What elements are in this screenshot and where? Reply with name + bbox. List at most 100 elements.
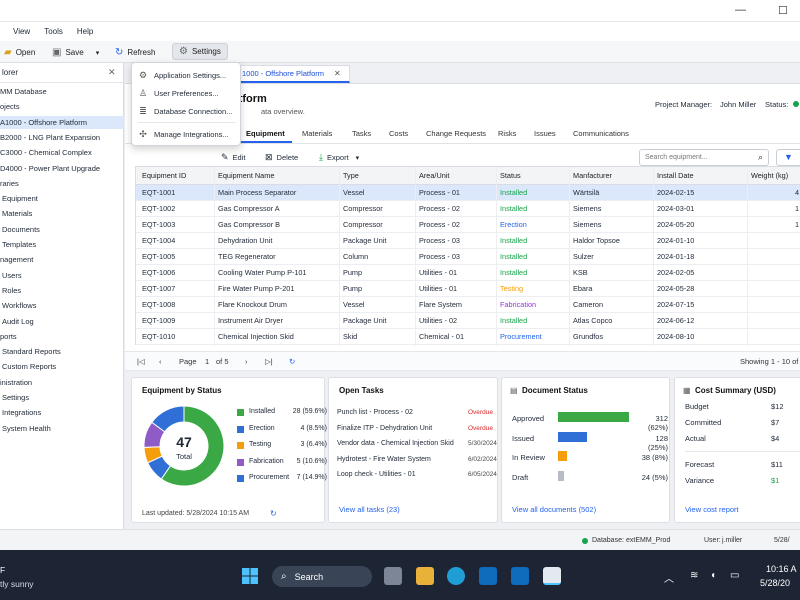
- table-row[interactable]: EQT-1004 Dehydration Unit Package Unit Proc…: [136, 233, 800, 249]
- sidebar-item[interactable]: D4000 - Power Plant Upgrade: [0, 162, 124, 175]
- save-button[interactable]: ▣ Save ▾: [52, 44, 99, 61]
- chevron-up-icon[interactable]: ︿: [664, 570, 674, 585]
- sidebar-item[interactable]: B2000 - LNG Plant Expansion: [0, 131, 124, 144]
- table-row[interactable]: EQT-1007 Fire Water Pump P-201 Pump Utiliti…: [136, 281, 800, 297]
- outlook-new-icon[interactable]: [511, 567, 529, 585]
- sidebar-item[interactable]: MM Database: [0, 85, 124, 98]
- column-header[interactable]: Type: [343, 167, 417, 184]
- outlook-icon[interactable]: [479, 567, 497, 585]
- column-header[interactable]: Install Date: [657, 167, 749, 184]
- refresh-grid-icon[interactable]: ↻: [289, 357, 295, 366]
- battery-icon[interactable]: ▭: [730, 570, 739, 581]
- column-header[interactable]: Equipment ID: [142, 167, 216, 184]
- start-button[interactable]: [241, 567, 259, 585]
- weather-temp[interactable]: F: [0, 565, 5, 575]
- task-item[interactable]: Punch list - Process - 02 Overdue: [337, 409, 493, 416]
- refresh-button[interactable]: ↻ Refresh: [115, 44, 155, 61]
- tab-issues[interactable]: Issues: [534, 129, 556, 138]
- delete-button[interactable]: ⊠ Delete: [265, 152, 298, 163]
- tab-risks[interactable]: Risks: [498, 129, 516, 138]
- sidebar-item[interactable]: A1000 - Offshore Platform: [0, 115, 124, 129]
- table-row[interactable]: EQT-1002 Gas Compressor A Compressor Proces…: [136, 201, 800, 217]
- sidebar-item[interactable]: inistration: [0, 376, 124, 389]
- clock-time[interactable]: 10:16 A: [766, 564, 797, 574]
- weather-condition[interactable]: tly sunny: [0, 579, 34, 589]
- search-input[interactable]: Search equipment... ⌕: [639, 149, 769, 166]
- open-button[interactable]: ▰ Open: [4, 44, 35, 61]
- tab-equipment[interactable]: Equipment: [246, 129, 285, 138]
- search-icon[interactable]: ⌕: [758, 150, 763, 165]
- tab-costs[interactable]: Costs: [389, 129, 408, 138]
- sidebar-item[interactable]: ports: [0, 330, 124, 343]
- sidebar-item[interactable]: Standard Reports: [0, 345, 124, 358]
- maximize-button[interactable]: ☐: [778, 4, 788, 17]
- table-row[interactable]: EQT-1008 Flare Knockout Drum Vessel Flare S…: [136, 297, 800, 313]
- edge-icon[interactable]: [447, 567, 465, 585]
- menu-manage-integrations[interactable]: ✣ Manage Integrations...: [132, 125, 242, 143]
- tab-communications[interactable]: Communications: [573, 129, 629, 138]
- sidebar-item[interactable]: Audit Log: [0, 315, 124, 328]
- chevron-down-icon[interactable]: ▾: [96, 49, 100, 57]
- sidebar-item[interactable]: Equipment: [0, 192, 124, 205]
- column-header[interactable]: Manfacturer: [573, 167, 655, 184]
- filter-button[interactable]: ▼: [776, 149, 800, 166]
- view-all-tasks-link[interactable]: View all tasks (23): [339, 505, 400, 514]
- task-item[interactable]: Finalize ITP - Dehydration Unit Overdue: [337, 425, 493, 432]
- sidebar-item[interactable]: ojects: [0, 100, 124, 113]
- view-cost-report-link[interactable]: View cost report: [685, 505, 739, 514]
- task-item[interactable]: Vendor data - Chemical Injection Skid 5/3…: [337, 440, 497, 447]
- menu-database-connection[interactable]: ≣ Database Connection...: [132, 102, 242, 120]
- page-number[interactable]: 1: [205, 357, 209, 366]
- close-tab-icon[interactable]: ✕: [334, 69, 341, 78]
- menu-view[interactable]: View: [13, 27, 30, 36]
- sidebar-item[interactable]: Documents: [0, 223, 124, 236]
- first-page-button[interactable]: |◁: [137, 357, 145, 366]
- tab-materials[interactable]: Materials: [302, 129, 332, 138]
- app-icon[interactable]: [543, 567, 561, 585]
- sidebar-item[interactable]: Templates: [0, 238, 124, 251]
- edit-button[interactable]: ✎ Edit: [221, 152, 245, 163]
- menu-user-preferences[interactable]: ♙ User Preferences...: [132, 84, 242, 102]
- refresh-icon[interactable]: ↻: [270, 509, 277, 518]
- view-all-documents-link[interactable]: View all documents (502): [512, 505, 596, 514]
- task-item[interactable]: Loop check - Utilities - 01 6/05/2024: [337, 471, 497, 478]
- export-button[interactable]: ⤓ Export ▾: [319, 152, 359, 163]
- column-header[interactable]: Area/Unit: [419, 167, 498, 184]
- settings-button[interactable]: ⚙ Settings: [172, 43, 228, 60]
- sidebar-item[interactable]: System Health: [0, 422, 124, 435]
- sidebar-item[interactable]: C3000 - Chemical Complex: [0, 146, 124, 159]
- task-item[interactable]: Hydrotest - Fire Water System 6/02/2024: [337, 456, 497, 463]
- table-row[interactable]: EQT-1001 Main Process Separator Vessel Proc…: [136, 185, 800, 201]
- table-row[interactable]: EQT-1006 Cooling Water Pump P-101 Pump Util…: [136, 265, 800, 281]
- close-icon[interactable]: ✕: [108, 67, 116, 78]
- menu-tools[interactable]: Tools: [44, 27, 63, 36]
- column-header[interactable]: Status: [500, 167, 571, 184]
- sidebar-item[interactable]: Users: [0, 269, 124, 282]
- table-row[interactable]: EQT-1005 TEG Regenerator Column Process - 0…: [136, 249, 800, 265]
- menu-application-settings[interactable]: ⚙ Application Settings...: [132, 66, 242, 84]
- next-page-button[interactable]: ›: [245, 357, 248, 366]
- table-row[interactable]: EQT-1010 Chemical Injection Skid Skid Chemi…: [136, 329, 800, 345]
- sidebar-item[interactable]: Roles: [0, 284, 124, 297]
- minimize-button[interactable]: —: [735, 4, 746, 16]
- sidebar-item[interactable]: Integrations: [0, 406, 124, 419]
- wifi-icon[interactable]: ≋: [690, 570, 698, 581]
- clock-date[interactable]: 5/28/20: [760, 578, 790, 588]
- last-page-button[interactable]: ▷|: [265, 357, 273, 366]
- table-row[interactable]: EQT-1003 Gas Compressor B Compressor Proces…: [136, 217, 800, 233]
- tab-project-a1000[interactable]: 1000 - Offshore Platform ✕: [231, 65, 350, 83]
- column-header[interactable]: Weight (kg): [751, 167, 800, 184]
- speaker-icon[interactable]: ◖: [710, 570, 716, 581]
- file-explorer-icon[interactable]: [416, 567, 434, 585]
- sidebar-item[interactable]: raries: [0, 177, 124, 190]
- column-header[interactable]: Equipment Name: [218, 167, 340, 184]
- sidebar-item[interactable]: Custom Reports: [0, 360, 124, 373]
- sidebar-item[interactable]: Materials: [0, 207, 124, 220]
- prev-page-button[interactable]: ‹: [159, 357, 162, 366]
- tab-tasks[interactable]: Tasks: [352, 129, 371, 138]
- task-view-icon[interactable]: [384, 567, 402, 585]
- sidebar-item[interactable]: Settings: [0, 391, 124, 404]
- menu-help[interactable]: Help: [77, 27, 93, 36]
- sidebar-item[interactable]: nagement: [0, 253, 124, 266]
- tab-change-requests[interactable]: Change Requests: [426, 129, 486, 138]
